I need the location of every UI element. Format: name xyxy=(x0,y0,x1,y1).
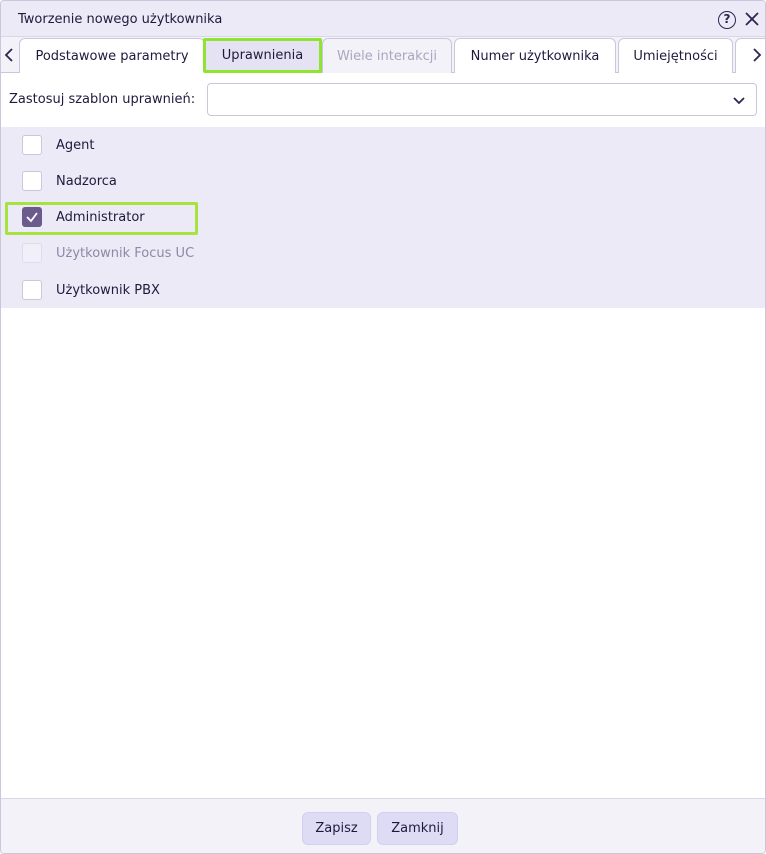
tab-multiple-interactions: Wiele interakcji xyxy=(322,38,452,73)
template-select[interactable] xyxy=(207,83,757,116)
tab-user-number[interactable]: Numer użytkownika xyxy=(454,38,616,73)
dialog-footer: Zapisz Zamknij xyxy=(1,798,765,853)
permission-label: Agent xyxy=(56,138,95,153)
permission-label: Użytkownik Focus UC xyxy=(56,246,195,261)
tab-scroll-left-button[interactable] xyxy=(1,39,17,71)
permission-label: Nadzorca xyxy=(56,174,117,189)
chevron-right-icon xyxy=(753,48,762,62)
tab-basic-parameters[interactable]: Podstawowe parametry xyxy=(19,38,205,73)
permission-supervisor[interactable]: Nadzorca xyxy=(1,163,765,199)
focus-uc-user-checkbox xyxy=(22,243,42,263)
permission-administrator[interactable]: Administrator xyxy=(1,199,765,235)
chevron-down-icon xyxy=(733,97,745,105)
agent-checkbox[interactable] xyxy=(22,135,42,155)
dialog-title: Tworzenie nowego użytkownika xyxy=(18,12,223,27)
tab-label: Wiele interakcji xyxy=(336,48,438,64)
template-label: Zastosuj szablon uprawnień: xyxy=(9,92,196,107)
save-button[interactable]: Zapisz xyxy=(302,812,371,845)
tab-label: Uprawnienia xyxy=(221,48,304,63)
tab-label: Podstawowe parametry xyxy=(35,48,189,64)
tab-label: Numer użytkownika xyxy=(470,48,600,64)
dialog-titlebar: Tworzenie nowego użytkownika ? xyxy=(1,1,765,37)
permission-focus-uc-user: Użytkownik Focus UC xyxy=(1,235,765,271)
tab-scroll-right-button[interactable] xyxy=(749,39,765,71)
checkmark-icon xyxy=(26,212,38,223)
close-icon[interactable] xyxy=(743,10,761,28)
supervisor-checkbox[interactable] xyxy=(22,171,42,191)
permission-label: Użytkownik PBX xyxy=(56,283,160,298)
permission-label: Administrator xyxy=(56,210,145,225)
administrator-checkbox[interactable] xyxy=(22,207,42,227)
pbx-user-checkbox[interactable] xyxy=(22,280,42,300)
template-row: Zastosuj szablon uprawnień: xyxy=(1,73,765,127)
permissions-list: Agent Nadzorca Administrator Użytkownik … xyxy=(1,127,765,308)
create-user-dialog: Tworzenie nowego użytkownika ? Podstawow… xyxy=(0,0,766,854)
chevron-left-icon xyxy=(4,48,13,62)
permission-agent[interactable]: Agent xyxy=(1,127,765,163)
tab-label: Umiejętności xyxy=(633,48,718,64)
tab-permissions[interactable]: Uprawnienia xyxy=(203,38,322,73)
close-button[interactable]: Zamknij xyxy=(377,812,458,845)
help-icon[interactable]: ? xyxy=(718,11,736,29)
tab-bar: Podstawowe parametry Uprawnienia Wiele i… xyxy=(1,37,765,73)
permission-pbx-user[interactable]: Użytkownik PBX xyxy=(1,272,765,308)
tab-skills[interactable]: Umiejętności xyxy=(618,38,733,73)
